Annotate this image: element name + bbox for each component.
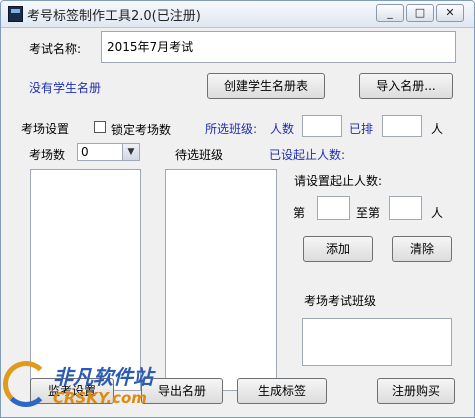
arranged-count-field[interactable] xyxy=(382,115,422,137)
clear-button[interactable]: 清除 xyxy=(392,236,452,262)
room-settings-label: 考场设置 xyxy=(21,122,70,136)
range-start-field[interactable] xyxy=(317,196,350,220)
please-set-range-label: 请设置起止人数: xyxy=(294,174,383,188)
chevron-down-icon: ▼ xyxy=(122,144,139,160)
people-count-field[interactable] xyxy=(302,115,342,137)
import-list-button[interactable]: 导入名册... xyxy=(359,73,453,99)
exam-name-input[interactable]: 2015年7月考试 xyxy=(101,31,456,63)
close-button[interactable]: ✕ xyxy=(436,4,464,22)
pending-class-list[interactable] xyxy=(165,169,277,391)
watermark-brand-en: CRSKY.com xyxy=(53,389,147,407)
people-count-label: 人数 xyxy=(270,122,295,136)
exam-name-label: 考试名称: xyxy=(29,42,82,56)
range-from-label: 第 xyxy=(293,206,306,220)
add-button[interactable]: 添加 xyxy=(303,236,373,262)
minimize-button[interactable]: _ xyxy=(376,4,404,22)
generate-labels-button[interactable]: 生成标签 xyxy=(237,378,327,404)
create-student-list-button[interactable]: 创建学生名册表 xyxy=(207,73,325,99)
room-count-label: 考场数 xyxy=(29,148,66,162)
register-purchase-button[interactable]: 注册购买 xyxy=(377,378,455,404)
pending-class-label: 待选班级 xyxy=(175,148,224,162)
exam-room-class-list[interactable] xyxy=(302,318,452,366)
range-unit: 人 xyxy=(431,206,444,220)
arranged-label: 已排 xyxy=(349,122,374,136)
room-count-select[interactable]: 0 ▼ xyxy=(77,143,140,161)
app-icon xyxy=(8,6,23,22)
student-list-status: 没有学生名册 xyxy=(29,81,102,95)
exam-room-class-label: 考场考试班级 xyxy=(304,294,377,308)
arranged-unit: 人 xyxy=(431,122,444,136)
watermark-logo: 非凡软件站 CRSKY.com xyxy=(1,357,171,417)
range-end-field[interactable] xyxy=(389,196,422,220)
window-title: 考号标签制作工具2.0(已注册) xyxy=(27,9,201,24)
room-count-value: 0 xyxy=(81,145,89,159)
range-to-label: 至第 xyxy=(356,206,381,220)
selected-class-label: 所选班级: xyxy=(205,122,258,136)
range-set-label: 已设起止人数: xyxy=(269,148,346,162)
main-window: 考号标签制作工具2.0(已注册) _ □ ✕ 考试名称: 2015年7月考试 没… xyxy=(0,0,475,418)
lock-rooms-checkbox[interactable] xyxy=(94,121,106,133)
lock-rooms-label: 锁定考场数 xyxy=(111,123,172,137)
watermark-brand-cn: 非凡软件站 xyxy=(53,365,153,389)
logo-arc-icon xyxy=(3,361,49,407)
maximize-button[interactable]: □ xyxy=(406,4,434,22)
title-bar[interactable]: 考号标签制作工具2.0(已注册) _ □ ✕ xyxy=(1,1,474,28)
